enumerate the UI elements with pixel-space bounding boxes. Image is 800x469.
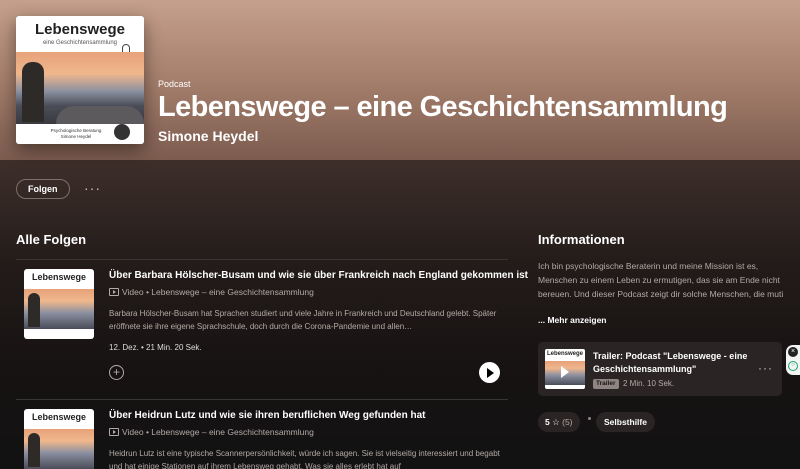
page-title: Lebenswege – eine Geschichtensammlung bbox=[158, 91, 728, 123]
podcast-page: Lebenswege eine Geschichtensammlung Psyc… bbox=[0, 0, 800, 469]
episode-description: Barbara Hölscher-Busam hat Sprachen stud… bbox=[109, 309, 497, 331]
cover-photo bbox=[16, 52, 144, 124]
trailer-thumbnail[interactable]: Lebenswege bbox=[545, 349, 585, 389]
episode-meta: Video • Lebenswege – eine Geschichtensam… bbox=[109, 287, 314, 297]
video-icon bbox=[109, 288, 119, 296]
podcast-description: Ich bin psychologische Beraterin und mei… bbox=[538, 261, 784, 299]
extension-icon[interactable]: ○ bbox=[788, 361, 798, 371]
rating-button[interactable]: 5 ☆ (5) bbox=[538, 412, 580, 432]
divider bbox=[16, 259, 508, 260]
podcast-cover: Lebenswege eine Geschichtensammlung Psyc… bbox=[16, 16, 144, 144]
cover-title: Lebenswege bbox=[34, 21, 126, 38]
play-icon[interactable] bbox=[561, 366, 569, 378]
thumbnail-title: Lebenswege bbox=[31, 412, 87, 422]
thumbnail-title: Lebenswege bbox=[546, 351, 583, 357]
play-button[interactable] bbox=[479, 362, 500, 383]
cover-footer-text: Psychologische Beratung Simone Heydel bbox=[50, 128, 102, 139]
thumbnail-person bbox=[28, 433, 40, 467]
separator-dot bbox=[588, 417, 591, 420]
episode-thumbnail[interactable]: Lebenswege bbox=[24, 269, 94, 339]
star-icon: ☆ bbox=[552, 417, 560, 427]
content-type-label: Podcast bbox=[158, 79, 191, 89]
cover-rock bbox=[56, 106, 144, 124]
divider bbox=[16, 399, 508, 400]
more-options-icon[interactable]: ··· bbox=[84, 180, 101, 196]
info-heading: Informationen bbox=[538, 232, 625, 247]
trailer-badge: Trailer bbox=[593, 379, 619, 389]
cover-logo-icon bbox=[114, 124, 130, 140]
thumbnail-title: Lebenswege bbox=[31, 272, 87, 282]
follow-button[interactable]: Folgen bbox=[16, 179, 70, 199]
podcast-author-link[interactable]: Simone Heydel bbox=[158, 128, 258, 144]
episode-description: Heidrun Lutz ist eine typische Scannerpe… bbox=[109, 449, 500, 469]
thumbnail-person bbox=[28, 293, 40, 327]
episode-title[interactable]: Über Heidrun Lutz und wie sie ihren beru… bbox=[109, 410, 426, 421]
episode-meta: Video • Lebenswege – eine Geschichtensam… bbox=[109, 427, 314, 437]
episodes-heading: Alle Folgen bbox=[16, 232, 87, 247]
add-to-list-icon[interactable]: + bbox=[109, 365, 124, 380]
category-tag[interactable]: Selbsthilfe bbox=[596, 412, 655, 432]
browser-extension-widget[interactable]: × ○ bbox=[786, 345, 800, 375]
more-options-icon[interactable]: ··· bbox=[758, 361, 773, 375]
trailer-title[interactable]: Trailer: Podcast "Lebenswege - eine Gesc… bbox=[593, 350, 753, 376]
episode-thumbnail[interactable]: Lebenswege bbox=[24, 409, 94, 469]
trailer-card[interactable]: Lebenswege Trailer: Podcast "Lebenswege … bbox=[538, 342, 782, 396]
episode-title[interactable]: Über Barbara Hölscher-Busam und wie sie … bbox=[109, 270, 528, 281]
episode-meta-text: Video • Lebenswege – eine Geschichtensam… bbox=[122, 427, 314, 437]
cover-person bbox=[22, 62, 44, 122]
episode-date-duration: 12. Dez. • 21 Min. 20 Sek. bbox=[109, 343, 202, 352]
show-more-link[interactable]: ... Mehr anzeigen bbox=[538, 315, 607, 325]
rating-value: 5 bbox=[545, 417, 550, 427]
trailer-duration: 2 Min. 10 Sek. bbox=[623, 379, 675, 388]
video-icon bbox=[109, 428, 119, 436]
episode-meta-text: Video • Lebenswege – eine Geschichtensam… bbox=[122, 287, 314, 297]
close-icon[interactable]: × bbox=[788, 347, 798, 357]
rating-count: (5) bbox=[562, 417, 573, 427]
